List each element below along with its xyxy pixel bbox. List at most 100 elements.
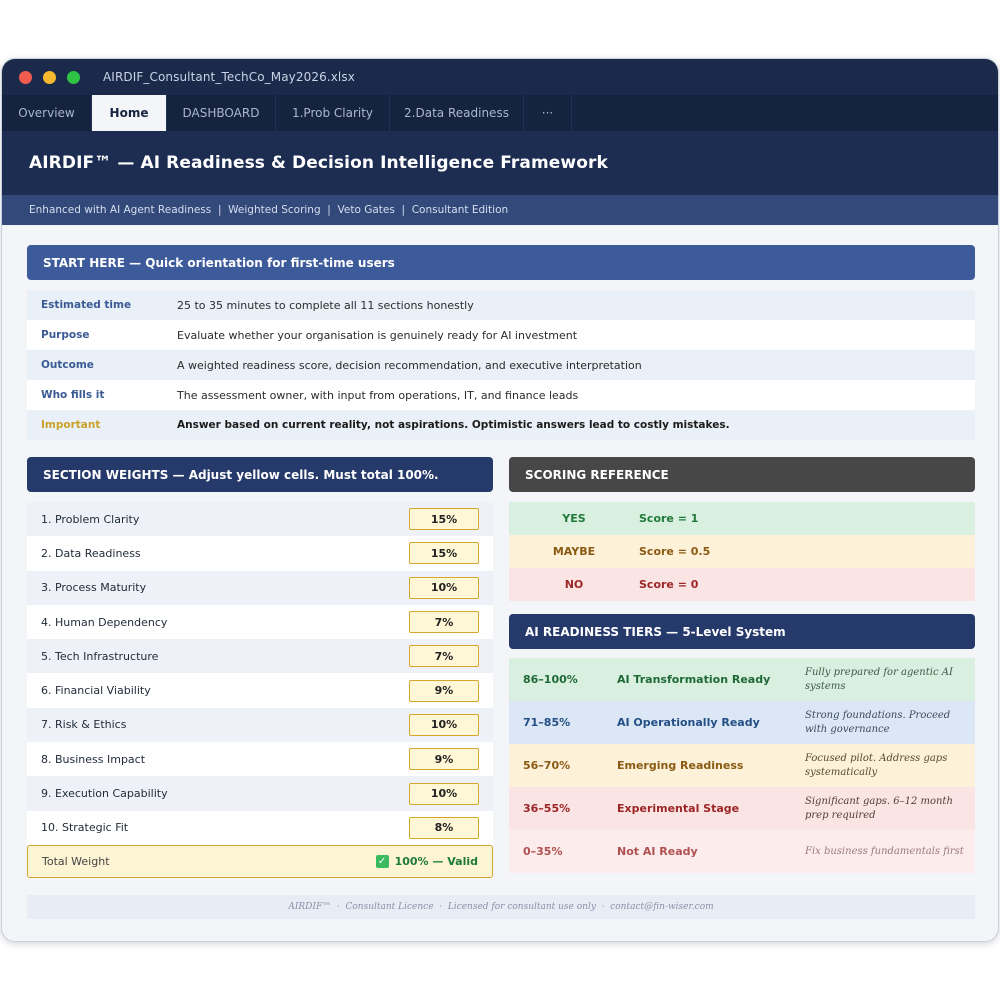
info-key: Estimated time (41, 299, 132, 311)
tier-row: 86–100% AI Transformation Ready Fully pr… (509, 658, 975, 701)
weight-input[interactable]: 8% (409, 816, 479, 839)
scoring-value: Score = 0 (639, 578, 699, 591)
tab-prob-clarity[interactable]: 1.Prob Clarity (276, 95, 390, 131)
tier-description: Fully prepared for agentic AI systems (805, 666, 953, 692)
readiness-tiers-header: AI READINESS TIERS — 5-Level System (509, 614, 975, 649)
weight-input[interactable]: 9% (409, 679, 479, 702)
table-row: Who fills it The assessment owner, with … (27, 380, 975, 410)
tier-name: AI Transformation Ready (617, 673, 771, 686)
tab-home[interactable]: Home (92, 95, 167, 131)
footer-text: AIRDIF™ · Consultant Licence · Licensed … (288, 902, 714, 912)
scoring-answer: NO (564, 578, 584, 591)
total-weight-label: Total Weight (42, 855, 110, 868)
info-key-important: Important (41, 419, 101, 431)
start-here-header: START HERE — Quick orientation for first… (27, 245, 975, 280)
weight-row: 5. Tech Infrastructure 7% (27, 639, 493, 674)
weight-label: 6. Financial Viability (41, 684, 151, 698)
weight-row: 6. Financial Viability 9% (27, 673, 493, 708)
table-row: Purpose Evaluate whether your organisati… (27, 320, 975, 350)
readiness-tiers-title: AI READINESS TIERS — 5-Level System (525, 624, 786, 639)
weight-input[interactable]: 7% (409, 645, 479, 668)
section-weights-header: SECTION WEIGHTS — Adjust yellow cells. M… (27, 457, 493, 492)
scoring-reference-header: SCORING REFERENCE (509, 457, 975, 492)
weight-row: 10. Strategic Fit 8% (27, 810, 493, 845)
scoring-answer: MAYBE (552, 545, 596, 558)
weight-input[interactable]: 10% (409, 713, 479, 736)
weight-label: 8. Business Impact (41, 752, 146, 766)
tab-dashboard[interactable]: DASHBOARD (167, 95, 276, 131)
weight-label: 5. Tech Infrastructure (41, 649, 159, 663)
minimize-window-icon[interactable] (43, 70, 56, 84)
tier-name: Not AI Ready (617, 845, 698, 858)
tier-description: Focused pilot. Address gaps systematical… (805, 752, 948, 778)
weight-label: 10. Strategic Fit (41, 821, 129, 835)
tier-name: Emerging Readiness (617, 759, 744, 772)
spreadsheet-window: AIRDIF_Consultant_TechCo_May2026.xlsx Ov… (1, 58, 999, 942)
tier-row: 56–70% Emerging Readiness Focused pilot.… (509, 744, 975, 787)
tier-name: Experimental Stage (617, 802, 740, 815)
table-row: Outcome A weighted readiness score, deci… (27, 350, 975, 380)
weight-label: 3. Process Maturity (41, 581, 147, 595)
page-subtitle-bar: Enhanced with AI Agent Readiness | Weigh… (2, 195, 998, 225)
info-key: Outcome (41, 359, 94, 371)
weight-label: 9. Execution Capability (41, 787, 168, 801)
section-weights-title: SECTION WEIGHTS — Adjust yellow cells. M… (43, 467, 439, 482)
total-weight-status: ✓ 100% — Valid (375, 855, 478, 868)
sheet-tab-bar: Overview Home DASHBOARD 1.Prob Clarity 2… (2, 95, 998, 131)
scoring-row-yes: YES Score = 1 (509, 502, 975, 535)
scoring-row-maybe: MAYBE Score = 0.5 (509, 535, 975, 568)
info-key: Purpose (41, 329, 90, 341)
tier-description: Fix business fundamentals first (805, 845, 964, 857)
scoring-answer: YES (562, 512, 586, 525)
tab-more[interactable]: ··· (524, 95, 572, 131)
info-value: The assessment owner, with input from op… (177, 388, 579, 402)
scoring-value: Score = 1 (639, 512, 699, 525)
page-header: AIRDIF™ — AI Readiness & Decision Intell… (2, 131, 998, 195)
weight-row: 9. Execution Capability 10% (27, 776, 493, 811)
weight-input[interactable]: 9% (409, 748, 479, 771)
maximize-window-icon[interactable] (67, 70, 80, 84)
tab-data-readiness[interactable]: 2.Data Readiness (390, 95, 524, 131)
check-icon: ✓ (375, 855, 389, 868)
weight-input[interactable]: 15% (409, 508, 479, 531)
weight-label: 4. Human Dependency (41, 615, 168, 629)
weight-label: 7. Risk & Ethics (41, 718, 127, 732)
table-row: Important Answer based on current realit… (27, 410, 975, 440)
close-window-icon[interactable] (19, 70, 32, 84)
weight-row: 3. Process Maturity 10% (27, 570, 493, 605)
weight-input[interactable]: 10% (409, 576, 479, 599)
table-row: Estimated time 25 to 35 minutes to compl… (27, 290, 975, 320)
start-here-title: START HERE — Quick orientation for first… (43, 255, 395, 270)
tab-overview[interactable]: Overview (2, 95, 92, 131)
tier-range: 56–70% (523, 759, 571, 772)
tier-name: AI Operationally Ready (617, 716, 760, 729)
info-value-important: Answer based on current reality, not asp… (177, 419, 730, 431)
tier-description: Significant gaps. 6–12 month prep requir… (805, 795, 953, 821)
tier-range: 36–55% (523, 802, 571, 815)
info-value: 25 to 35 minutes to complete all 11 sect… (177, 298, 474, 312)
tier-row: 71–85% AI Operationally Ready Strong fou… (509, 701, 975, 744)
weight-row: 7. Risk & Ethics 10% (27, 707, 493, 743)
weight-row: 2. Data Readiness 15% (27, 536, 493, 571)
scoring-value: Score = 0.5 (639, 545, 711, 558)
total-weight-value: 100% — Valid (394, 855, 478, 868)
page-title: AIRDIF™ — AI Readiness & Decision Intell… (29, 153, 608, 173)
weight-input[interactable]: 7% (409, 611, 479, 634)
scoring-reference-title: SCORING REFERENCE (525, 467, 669, 482)
file-title: AIRDIF_Consultant_TechCo_May2026.xlsx (103, 70, 355, 84)
page-subtitle: Enhanced with AI Agent Readiness | Weigh… (29, 204, 509, 216)
weight-input[interactable]: 15% (409, 542, 479, 565)
tier-range: 86–100% (523, 673, 578, 686)
scoring-reference-table: YES Score = 1 MAYBE Score = 0.5 NO Score… (509, 502, 975, 601)
total-weight-row: Total Weight ✓ 100% — Valid (27, 845, 493, 878)
weight-input[interactable]: 10% (409, 782, 479, 805)
section-weights-table: 1. Problem Clarity 15% 2. Data Readiness… (27, 502, 493, 845)
weight-label: 1. Problem Clarity (41, 512, 140, 526)
weight-row: 8. Business Impact 9% (27, 742, 493, 777)
info-key: Who fills it (41, 389, 105, 401)
info-value: A weighted readiness score, decision rec… (177, 358, 642, 372)
scoring-row-no: NO Score = 0 (509, 568, 975, 601)
tier-row: 36–55% Experimental Stage Significant ga… (509, 787, 975, 830)
title-bar: AIRDIF_Consultant_TechCo_May2026.xlsx (2, 59, 998, 95)
tier-range: 0–35% (523, 845, 563, 858)
